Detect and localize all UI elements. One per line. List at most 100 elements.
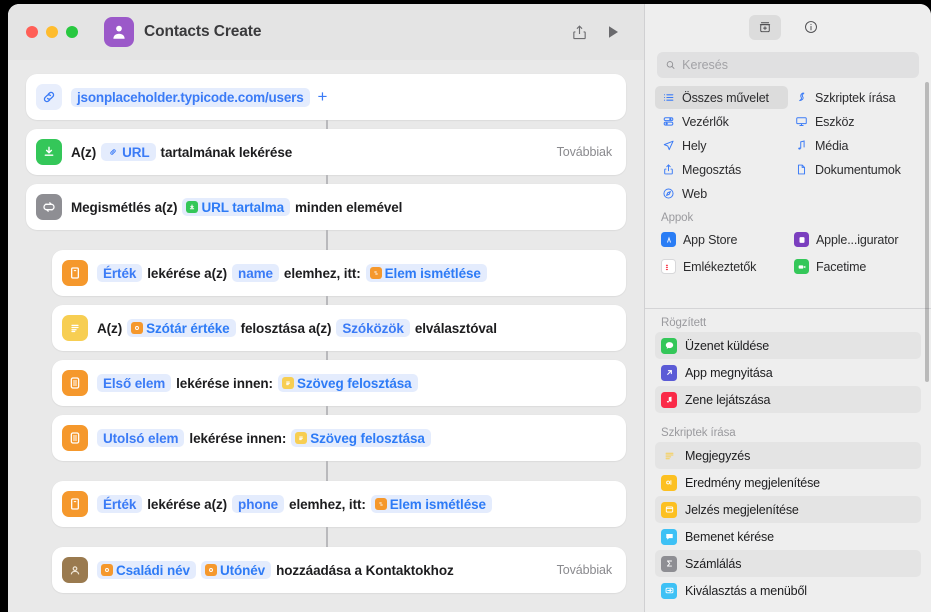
apps-grid[interactable]: App Store Apple...igurator Emlékeztetők … (645, 227, 931, 279)
app-item-app-store[interactable]: App Store (655, 227, 788, 252)
action-card-add-to-contacts[interactable]: Családi név Utónév hozzáadása a Kontakto… (52, 547, 626, 593)
token-value[interactable]: Érték (97, 495, 143, 513)
location-arrow-icon (661, 139, 675, 152)
action-text-mid1: lekérése a(z) (147, 496, 228, 512)
list-item-choose-from-menu[interactable]: Kiválasztás a menüből (655, 577, 921, 604)
app-item-facetime[interactable]: Facetime (788, 254, 921, 279)
token-last-item[interactable]: Utolsó elem (97, 429, 185, 447)
token-key[interactable]: phone (232, 495, 285, 513)
dictionary-icon (62, 260, 88, 286)
token-repeat-item[interactable]: Elem ismétlése (365, 264, 487, 282)
download-icon (186, 201, 199, 213)
category-grid[interactable]: Összes művelet Szkriptek írása Vezérlők … (645, 78, 931, 205)
category-sharing[interactable]: Megosztás (655, 158, 788, 181)
list-item-comment[interactable]: Megjegyzés (655, 442, 921, 469)
run-shortcut-button[interactable] (596, 17, 630, 47)
add-url-button[interactable]: + (318, 87, 328, 107)
token-family-name[interactable]: Családi név (97, 561, 196, 579)
info-circle-icon[interactable] (795, 15, 827, 40)
comment-icon (661, 448, 677, 464)
list-item-ask-for-input[interactable]: Bemenet kérése (655, 523, 921, 550)
section-header-apps: Appok (661, 212, 694, 224)
action-card-get-first-item[interactable]: Első elem lekérése innen: Szöveg feloszt… (52, 360, 626, 406)
app-store-icon (661, 232, 676, 247)
action-card-get-contents-of-url[interactable]: A(z) URL tartalmának lekérése Továbbiak (26, 129, 626, 175)
category-documents[interactable]: Dokumentumok (788, 158, 921, 181)
action-text-pre: Megismétlés a(z) (71, 199, 178, 215)
app-window: Contacts Create jsonplaceholder.typicode… (8, 4, 931, 612)
category-all-actions[interactable]: Összes művelet (655, 86, 788, 109)
token-separator[interactable]: Szóközök (336, 319, 410, 337)
category-media[interactable]: Média (788, 134, 921, 157)
panel-toolbar (645, 4, 931, 50)
more-button[interactable]: Továbbiak (557, 145, 612, 159)
app-item-apple-configurator[interactable]: Apple...igurator (788, 227, 921, 252)
token-url[interactable]: URL (101, 143, 156, 161)
token-value[interactable]: Érték (97, 264, 143, 282)
list-item-play-music[interactable]: Zene lejátszása (655, 386, 921, 413)
app-item-reminders[interactable]: Emlékeztetők (655, 254, 788, 279)
list-item-count[interactable]: Számlálás (655, 550, 921, 577)
category-location[interactable]: Hely (655, 134, 788, 157)
token-repeat-item[interactable]: Elem ismétlése (370, 495, 492, 513)
token-split-text[interactable]: Szöveg felosztása (291, 429, 431, 447)
list-item-open-app[interactable]: App megnyitása (655, 359, 921, 386)
share-icon (661, 163, 675, 176)
list-icon (62, 370, 88, 396)
action-library-icon[interactable] (749, 14, 781, 40)
section-header-scripting: Szkriptek írása (661, 427, 736, 439)
token-dictionary-value[interactable]: Szótár értéke (127, 319, 236, 337)
token-given-name[interactable]: Utónév (200, 561, 272, 579)
show-alert-icon (661, 501, 677, 518)
category-controls[interactable]: Vezérlők (655, 110, 788, 133)
action-card-get-dictionary-value-name[interactable]: Érték lekérése a(z) name elemhez, itt: E… (52, 250, 626, 296)
token-label: Szöveg felosztása (296, 375, 412, 391)
token-url-contents[interactable]: URL tartalma (182, 198, 291, 216)
facetime-icon (794, 259, 809, 274)
action-text-mid: lekérése innen: (176, 375, 273, 391)
list-item-send-message[interactable]: Üzenet küldése (655, 332, 921, 359)
panel-scrollbar[interactable] (925, 82, 929, 382)
token-label: Elem ismétlése (384, 265, 481, 281)
url-value[interactable]: jsonplaceholder.typicode.com/users (71, 87, 310, 107)
controls-icon (661, 115, 675, 128)
category-label: Szkriptek írása (815, 90, 896, 105)
share-icon[interactable] (562, 17, 596, 47)
list-item-label: Üzenet küldése (685, 338, 770, 353)
app-label: App Store (683, 232, 738, 247)
search-input[interactable] (682, 58, 911, 72)
list-bullet-icon (661, 91, 675, 104)
action-card-repeat-with-each[interactable]: Megismétlés a(z) URL tartalma minden ele… (26, 184, 626, 230)
dictionary-icon (131, 322, 144, 334)
action-card-get-last-item[interactable]: Utolsó elem lekérése innen: Szöveg felos… (52, 415, 626, 461)
category-scripting[interactable]: Szkriptek írása (788, 86, 921, 109)
search-icon (666, 61, 675, 69)
list-item-label: Zene lejátszása (685, 392, 771, 407)
list-item-show-alert[interactable]: Jelzés megjelenítése (655, 496, 921, 523)
category-label: Összes művelet (682, 90, 769, 105)
action-card-split-text[interactable]: A(z) Szótár értéke felosztása a(z) Szókö… (52, 305, 626, 351)
app-label: Emlékeztetők (683, 259, 757, 274)
category-label: Hely (682, 138, 707, 153)
category-web[interactable]: Web (655, 182, 788, 205)
token-split-text[interactable]: Szöveg felosztása (277, 374, 418, 392)
ask-input-icon (661, 528, 677, 545)
apps-fade-mask (645, 290, 931, 308)
more-button[interactable]: Továbbiak (557, 563, 612, 577)
traffic-lights[interactable] (26, 26, 78, 38)
zoom-button[interactable] (66, 26, 78, 38)
close-button[interactable] (26, 26, 38, 38)
actions-canvas[interactable]: jsonplaceholder.typicode.com/users + A(z… (8, 60, 644, 612)
text-icon (62, 315, 88, 341)
category-device[interactable]: Eszköz (788, 110, 921, 133)
token-key[interactable]: name (232, 264, 279, 282)
list-item-show-result[interactable]: Eredmény megjelenítése (655, 469, 921, 496)
token-label: URL (122, 144, 150, 160)
choose-menu-icon (661, 582, 677, 599)
action-card-url[interactable]: jsonplaceholder.typicode.com/users + (26, 74, 626, 120)
action-card-get-dictionary-value-phone[interactable]: Érték lekérése a(z) phone elemhez, itt: … (52, 481, 626, 527)
token-first-item[interactable]: Első elem (97, 374, 172, 392)
minimize-button[interactable] (46, 26, 58, 38)
search-field[interactable] (657, 52, 919, 78)
pinned-and-scripting-list[interactable]: Rögzített Üzenet küldése App megnyitása … (645, 310, 931, 612)
